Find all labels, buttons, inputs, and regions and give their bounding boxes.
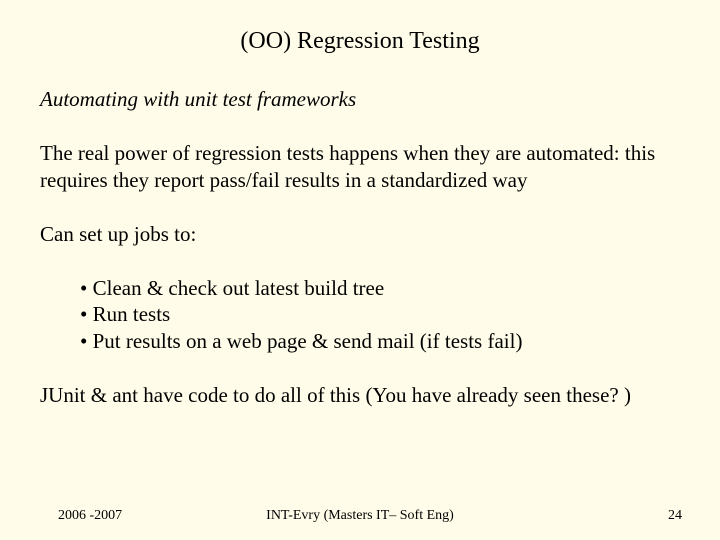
footer-page-number: 24 [668,508,682,524]
bullet-item: Clean & check out latest build tree [80,275,680,301]
paragraph-1: The real power of regression tests happe… [40,140,680,193]
bullet-item: Run tests [80,301,680,327]
slide: (OO) Regression Testing Automating with … [0,0,720,540]
slide-body: Automating with unit test frameworks The… [40,86,680,436]
bullet-item: Put results on a web page & send mail (i… [80,328,680,354]
bullet-list: Clean & check out latest build tree Run … [80,275,680,354]
slide-subtitle: Automating with unit test frameworks [40,86,680,112]
paragraph-2: Can set up jobs to: [40,221,680,247]
slide-title: (OO) Regression Testing [0,28,720,55]
paragraph-3: JUnit & ant have code to do all of this … [40,382,680,408]
footer-center: INT-Evry (Masters IT– Soft Eng) [0,508,720,524]
